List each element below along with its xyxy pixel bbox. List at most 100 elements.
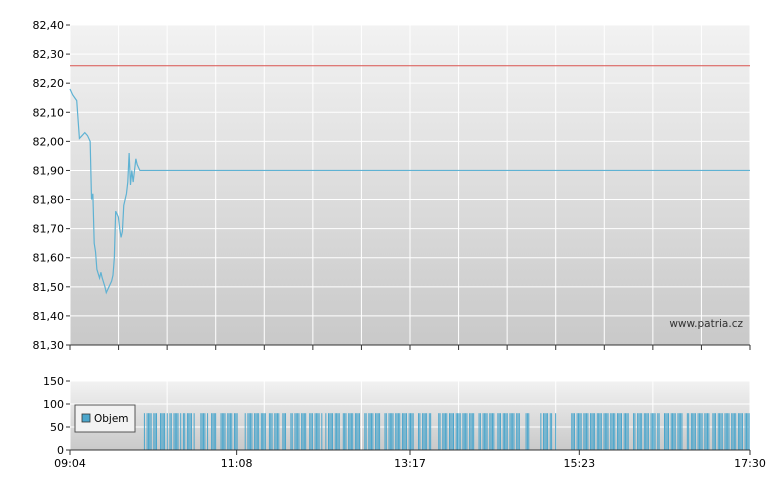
- volume-bar: [555, 413, 557, 450]
- volume-bar: [603, 413, 605, 450]
- volume-bar: [600, 413, 602, 450]
- price-y-tick-label: 81,90: [33, 164, 65, 177]
- volume-bar: [727, 413, 729, 450]
- volume-bar: [626, 413, 628, 450]
- volume-bar: [614, 413, 616, 450]
- volume-bar: [305, 413, 307, 450]
- volume-bar: [486, 413, 488, 450]
- volume-bar: [517, 413, 519, 450]
- volume-legend: Objem: [74, 404, 136, 433]
- volume-bar: [681, 413, 683, 450]
- volume-bar: [186, 413, 188, 450]
- volume-bar: [221, 413, 223, 450]
- volume-bar: [395, 413, 397, 450]
- volume-bar: [164, 413, 166, 450]
- volume-bar: [737, 413, 739, 450]
- price-y-tick-label: 81,50: [33, 281, 65, 294]
- volume-bar: [369, 413, 371, 450]
- volume-bar: [478, 413, 480, 450]
- volume-bar: [639, 413, 641, 450]
- volume-bar: [270, 413, 272, 450]
- volume-bar: [336, 413, 338, 450]
- volume-bar: [408, 413, 410, 450]
- volume-bar: [697, 413, 699, 450]
- volume-bar: [328, 413, 330, 450]
- volume-bar: [619, 413, 621, 450]
- volume-bar: [345, 413, 347, 450]
- volume-bar: [315, 413, 317, 450]
- volume-bar: [704, 413, 706, 450]
- volume-bar: [518, 413, 520, 450]
- volume-bar: [156, 413, 158, 450]
- volume-bar: [731, 413, 733, 450]
- volume-bar: [160, 413, 162, 450]
- volume-bar: [545, 413, 547, 450]
- legend-swatch: [81, 413, 91, 423]
- volume-y-tick-label: 50: [50, 421, 64, 434]
- volume-bar: [544, 413, 546, 450]
- volume-bar: [678, 413, 680, 450]
- volume-bar: [490, 413, 492, 450]
- volume-bar: [147, 413, 149, 450]
- volume-bar: [298, 413, 300, 450]
- volume-bar: [458, 413, 460, 450]
- volume-bar: [670, 413, 672, 450]
- volume-bar: [616, 413, 618, 450]
- volume-bar: [657, 413, 659, 450]
- volume-bar: [604, 413, 606, 450]
- volume-bar: [365, 413, 367, 450]
- volume-bar: [291, 413, 293, 450]
- volume-bar: [275, 413, 277, 450]
- volume-bar: [596, 413, 598, 450]
- volume-bar: [482, 413, 484, 450]
- volume-bar: [348, 413, 350, 450]
- volume-bar: [641, 413, 643, 450]
- volume-bar: [419, 413, 421, 450]
- volume-bar: [256, 413, 258, 450]
- volume-bar: [423, 413, 425, 450]
- legend-label: Objem: [94, 413, 129, 425]
- volume-bar: [247, 413, 249, 450]
- volume-bar: [276, 413, 278, 450]
- volume-bar: [701, 413, 703, 450]
- volume-bar: [725, 413, 727, 450]
- volume-bar: [377, 413, 379, 450]
- price-y-tick-label: 81,70: [33, 223, 65, 236]
- price-y-tick-label: 81,40: [33, 310, 65, 323]
- volume-bar: [653, 413, 655, 450]
- volume-bar: [262, 413, 264, 450]
- volume-bar: [645, 413, 647, 450]
- volume-bar: [740, 413, 742, 450]
- volume-bar: [606, 413, 608, 450]
- volume-bar: [611, 413, 613, 450]
- volume-bar: [264, 413, 266, 450]
- volume-bar: [457, 413, 459, 450]
- volume-bar: [497, 413, 499, 450]
- volume-bar: [700, 413, 702, 450]
- volume-bar: [310, 413, 312, 450]
- volume-bar: [338, 413, 340, 450]
- volume-bar: [540, 413, 542, 450]
- volume-bar: [577, 413, 579, 450]
- volume-bar: [442, 413, 444, 450]
- volume-bar: [189, 413, 191, 450]
- volume-bar: [504, 413, 506, 450]
- volume-y-tick-label: 100: [43, 398, 64, 411]
- volume-bar: [680, 413, 682, 450]
- volume-bar: [572, 413, 574, 450]
- volume-bar: [580, 413, 582, 450]
- volume-bar: [330, 413, 332, 450]
- volume-bar: [513, 413, 515, 450]
- volume-bar: [244, 413, 246, 450]
- volume-bar: [591, 413, 593, 450]
- volume-bar: [663, 413, 665, 450]
- volume-bar: [294, 413, 296, 450]
- volume-bar: [396, 413, 398, 450]
- volume-bar: [354, 413, 356, 450]
- volume-bar: [479, 413, 481, 450]
- volume-bar: [403, 413, 405, 450]
- volume-bar: [271, 413, 273, 450]
- volume-bar: [204, 413, 206, 450]
- price-y-tick-label: 82,30: [33, 48, 65, 61]
- volume-bar: [176, 413, 178, 450]
